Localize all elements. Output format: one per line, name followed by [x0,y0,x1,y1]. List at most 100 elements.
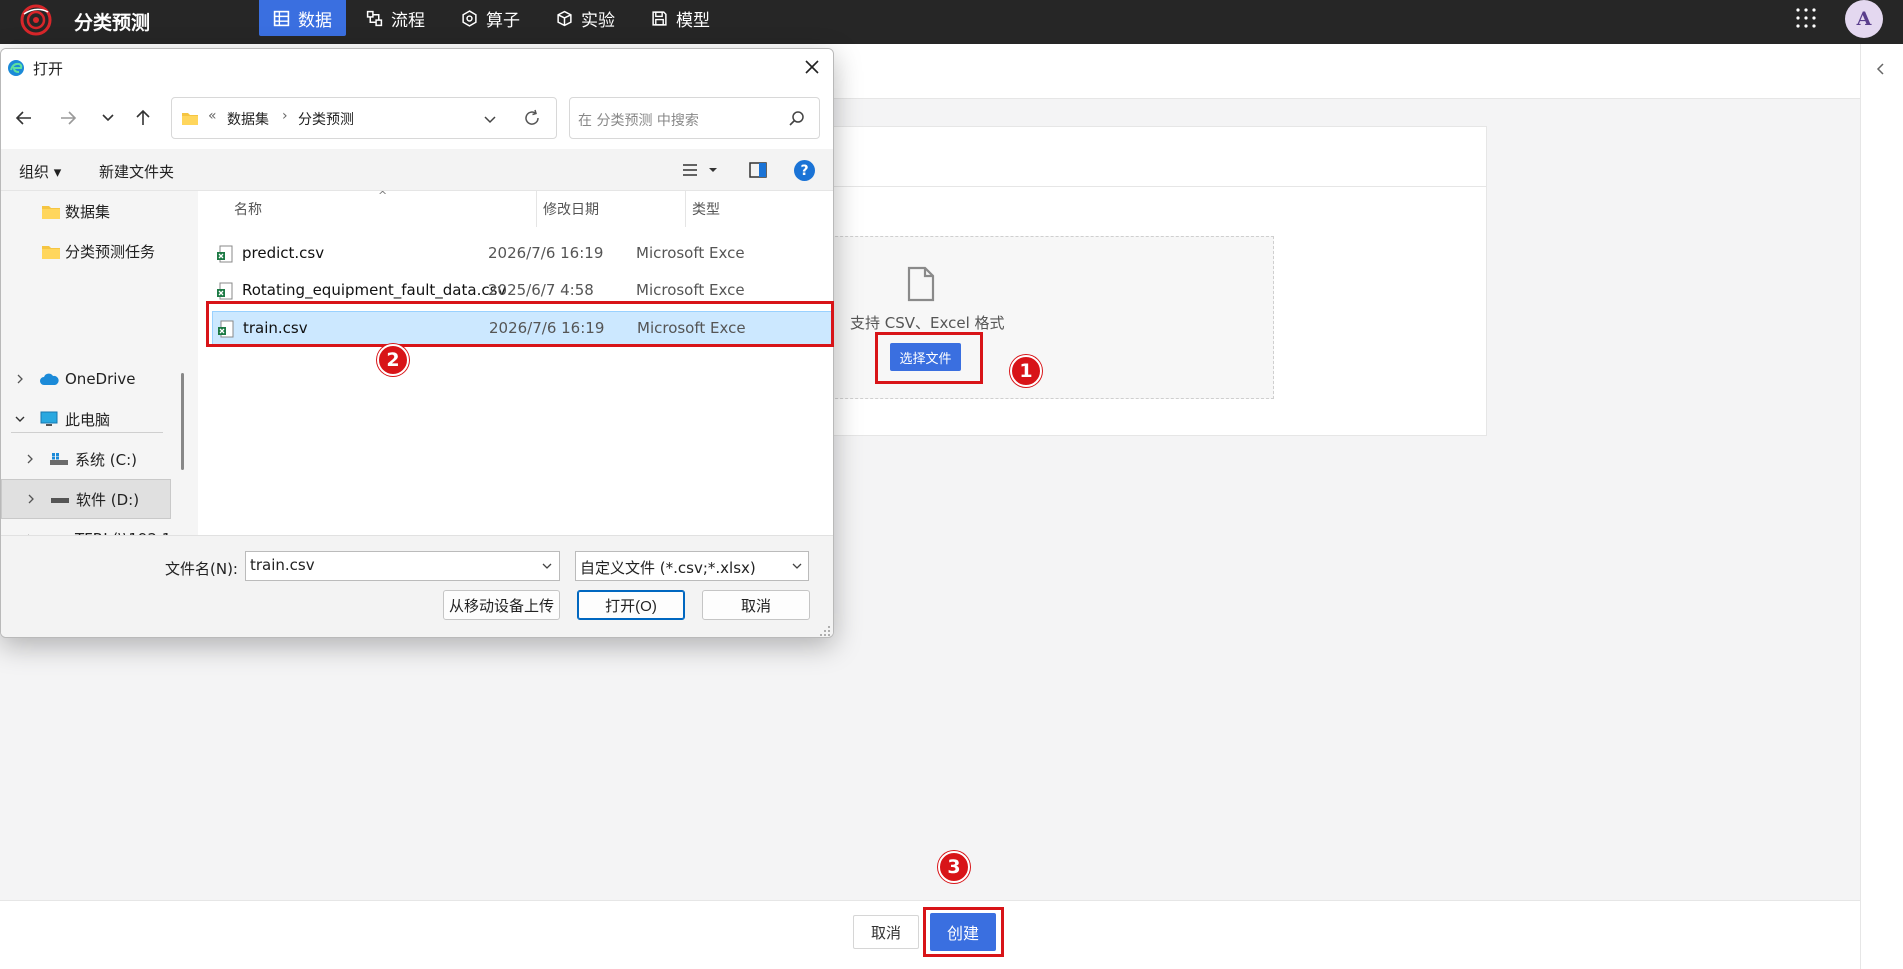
edge-browser-icon [8,60,24,76]
file-date: 2026/7/6 16:19 [488,244,604,262]
nav-scrollbar-track[interactable] [177,191,198,535]
nav-item-label: 此电脑 [65,410,111,429]
chevron-down-icon[interactable] [541,560,553,572]
app-logo-icon [20,4,52,36]
column-header-type[interactable]: 类型 [692,199,720,235]
recent-locations-chevron-icon[interactable] [97,107,119,129]
nav-tab-flow[interactable]: 流程 [352,0,439,36]
column-divider[interactable] [685,191,686,227]
chevron-down-icon[interactable] [791,560,803,572]
dialog-titlebar: 打开 [1,49,833,85]
cube-icon [557,10,572,26]
column-header-date[interactable]: 修改日期 [543,199,599,235]
chevron-down-icon[interactable] [15,414,25,424]
app-title: 分类预测 [74,12,151,34]
up-arrow-icon[interactable] [132,107,154,129]
flow-icon [366,10,383,26]
operator-icon [462,9,477,27]
preview-pane-icon[interactable] [749,162,767,178]
dialog-cancel-button[interactable]: 取消 [702,590,810,620]
annotation-badge-3: 3 [938,851,970,883]
save-icon [652,10,667,26]
annotation-badge-1: 1 [1010,355,1042,387]
chevron-right-icon[interactable] [25,454,35,464]
help-icon[interactable]: ? [794,160,815,181]
folder-icon [42,205,60,219]
search-icon[interactable] [788,110,805,127]
forward-arrow-icon[interactable] [57,107,79,129]
search-placeholder: 在 分类预测 中搜索 [578,113,699,129]
open-button[interactable]: 打开(O) [577,590,685,620]
cancel-button[interactable]: 取消 [853,915,919,949]
refresh-icon[interactable] [523,109,541,127]
address-segment[interactable]: 数据集 [227,109,269,129]
file-row[interactable]: predict.csv 2026/7/6 16:19 Microsoft Exc… [212,237,833,271]
nav-tab-label: 流程 [391,10,425,31]
column-header-name[interactable]: 名称 [234,199,262,235]
file-type: Microsoft Exce [636,281,745,299]
chevron-left-icon[interactable] [1874,62,1888,76]
navigation-pane: 数据集 分类预测任务 OneDrive 此电脑 系统 (C:) 软件 (D:) [1,191,198,575]
file-name: Rotating_equipment_fault_data.csv [242,281,507,299]
chevron-right-icon[interactable] [26,494,36,504]
nav-item-drive-c[interactable]: 系统 (C:) [1,439,171,479]
view-list-icon[interactable] [681,162,699,178]
address-separator: › [282,108,288,124]
csv-file-icon [217,282,233,300]
drive-icon [51,497,69,503]
card-header [771,127,1486,187]
pc-icon [40,411,58,426]
nav-item-label: 分类预测任务 [65,242,156,261]
new-folder-button[interactable]: 新建文件夹 [99,161,174,182]
column-divider[interactable] [536,191,537,227]
address-bar[interactable]: « 数据集 › 分类预测 [171,97,557,139]
dialog-footer: 文件名(N): train.csv 自定义文件 (*.csv;*.xlsx) 从… [1,535,833,637]
drive-c-icon [50,452,68,465]
filename-input[interactable]: train.csv [245,551,560,581]
csv-file-icon [217,245,233,263]
organize-label: 组织 [19,163,50,181]
address-overflow[interactable]: « [208,108,217,124]
file-type: Microsoft Exce [636,244,745,262]
apps-grid-icon[interactable] [1795,7,1817,29]
nav-tab-operator[interactable]: 算子 [447,0,534,36]
nav-item-this-pc[interactable]: 此电脑 [1,399,171,439]
file-type-filter-select[interactable]: 自定义文件 (*.csv;*.xlsx) [575,551,809,581]
nav-item-drive-d[interactable]: 软件 (D:) [1,479,171,519]
annotation-badge-2: 2 [377,344,409,376]
nav-item-classification-task[interactable]: 分类预测任务 [1,231,171,271]
search-input[interactable]: 在 分类预测 中搜索 [569,97,820,139]
chevron-right-icon[interactable] [15,374,25,384]
user-avatar[interactable]: A [1845,0,1883,38]
resize-grip-icon[interactable] [819,625,831,637]
back-arrow-icon[interactable] [13,107,35,129]
cloud-icon [40,373,59,385]
upload-from-mobile-button[interactable]: 从移动设备上传 [443,590,560,620]
file-icon [907,266,935,302]
view-dropdown-icon[interactable] [707,162,719,178]
nav-tab-label: 算子 [486,10,520,31]
command-bar: 组织 ▾ 新建文件夹 ? [1,149,833,191]
address-segment[interactable]: 分类预测 [298,109,354,129]
dialog-title: 打开 [33,60,64,78]
nav-item-label: OneDrive [65,370,136,388]
nav-tab-label: 数据 [298,10,332,31]
nav-tab-model[interactable]: 模型 [637,0,724,36]
nav-tab-experiment[interactable]: 实验 [542,0,629,36]
top-nav-bar: 分类预测 数据 流程 算子 实验 模型 A [0,0,1903,44]
close-icon[interactable] [801,56,823,78]
filename-label: 文件名(N): [165,560,238,578]
chevron-down-icon[interactable] [482,111,498,127]
nav-item-onedrive[interactable]: OneDrive [1,359,171,399]
nav-item-dataset[interactable]: 数据集 [1,191,171,231]
nav-scrollbar-thumb[interactable] [181,373,184,470]
organize-menu[interactable]: 组织 ▾ [19,161,61,182]
file-list-pane: 名称 ^ 修改日期 类型 predict.csv 2026/7/6 16:19 … [198,189,833,572]
folder-icon [42,245,60,259]
nav-item-label: 软件 (D:) [76,490,140,509]
annotation-highlight-create [923,907,1004,957]
upload-format-hint: 支持 CSV、Excel 格式 [850,314,1005,332]
right-rail [1860,44,1903,969]
nav-tab-data[interactable]: 数据 [259,0,346,36]
file-name: predict.csv [242,244,325,262]
